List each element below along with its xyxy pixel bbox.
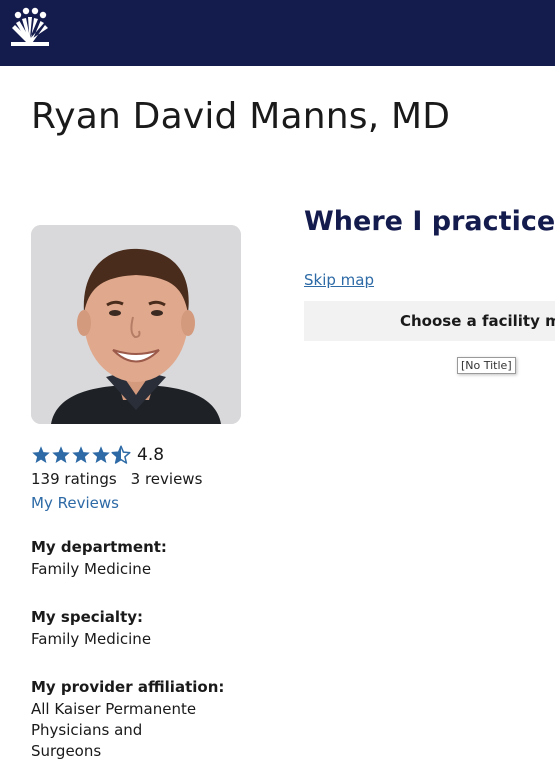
star-full-icon (32, 446, 50, 463)
star-rating (31, 445, 131, 465)
facility-selector[interactable]: Choose a facility ma (304, 301, 555, 341)
star-full-icon (92, 446, 110, 463)
kaiser-permanente-logo-icon[interactable] (8, 6, 52, 48)
affiliation-label: My provider affiliation: (31, 678, 225, 696)
star-full-icon (52, 446, 70, 463)
department-label: My department: (31, 538, 167, 556)
where-i-practice-heading: Where I practice (304, 206, 555, 237)
rating-counts: 139 ratings 3 reviews (31, 470, 202, 488)
specialty-label: My specialty: (31, 608, 144, 626)
top-navigation-bar (0, 0, 555, 66)
my-reviews-link[interactable]: My Reviews (31, 494, 119, 512)
provider-photo (31, 225, 241, 424)
reviews-count: 3 reviews (130, 470, 203, 488)
skip-map-link[interactable]: Skip map (304, 271, 374, 289)
map-tooltip: [No Title] (457, 357, 516, 374)
star-full-icon (72, 446, 90, 463)
department-value: Family Medicine (31, 560, 152, 578)
affiliation-value: All Kaiser Permanente Physicians and Sur… (31, 700, 197, 760)
rating-value: 4.8 (137, 445, 165, 465)
rating-summary: 4.8 (31, 444, 164, 466)
star-half-icon (111, 445, 131, 464)
ratings-count: 139 ratings (31, 470, 117, 488)
facility-selector-label: Choose a facility ma (400, 312, 555, 330)
specialty-value: Family Medicine (31, 630, 152, 648)
provider-name-heading: Ryan David Manns, MD (31, 96, 451, 137)
